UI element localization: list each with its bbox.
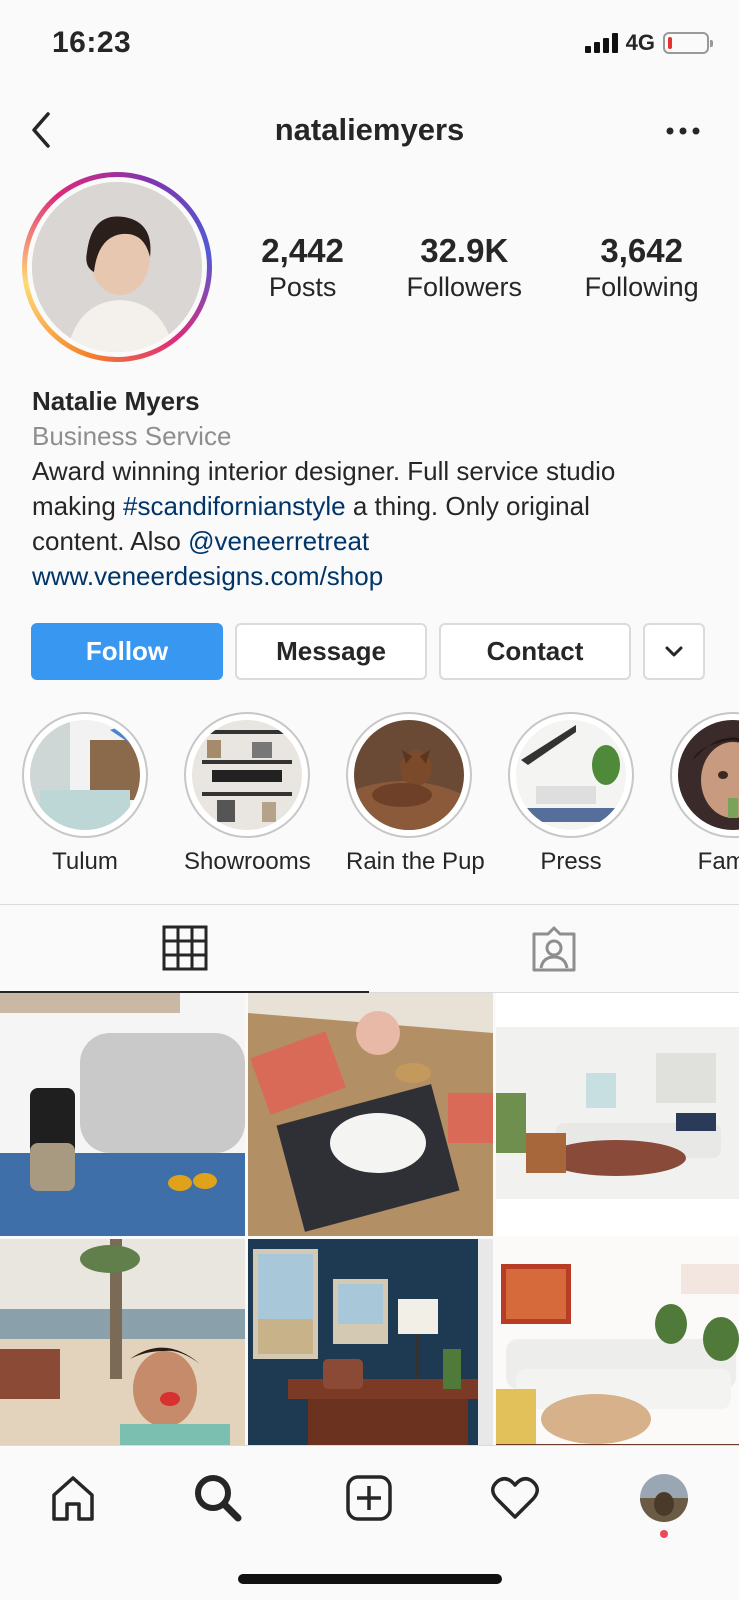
stat-followers[interactable]: 32.9K Followers bbox=[406, 232, 522, 303]
bio-line: Award winning interior designer. Full se… bbox=[32, 456, 616, 486]
highlight-cover bbox=[516, 720, 626, 830]
follow-button[interactable]: Follow bbox=[31, 623, 223, 680]
bio-text: a thing. Only original bbox=[345, 491, 590, 521]
tagged-person-icon bbox=[532, 926, 575, 972]
bio-line: making #scandifornianstyle a thing. Only… bbox=[32, 489, 722, 524]
profile-actions: Follow Message Contact bbox=[31, 623, 705, 680]
profile-tab[interactable] bbox=[632, 1466, 696, 1538]
stat-label: Following bbox=[584, 272, 699, 302]
post-thumbnail[interactable] bbox=[248, 993, 493, 1236]
post-thumbnail[interactable] bbox=[0, 993, 245, 1236]
highlight-label: Rain the Pup bbox=[346, 848, 485, 875]
highlight-cover bbox=[30, 720, 140, 830]
highlight-label: Showrooms bbox=[184, 848, 311, 875]
signal-icon bbox=[584, 33, 618, 53]
bio-text: content. Also bbox=[32, 526, 189, 556]
contact-button[interactable]: Contact bbox=[439, 623, 631, 680]
website-link[interactable]: www.veneerdesigns.com/shop bbox=[32, 559, 722, 594]
stat-value: 2,442 bbox=[261, 232, 344, 269]
battery-level bbox=[668, 37, 672, 49]
highlight-cover bbox=[354, 720, 464, 830]
story-highlights: Tulum Showrooms Rain the Pup Press Famil… bbox=[22, 712, 739, 882]
highlight-label: Family bbox=[697, 848, 739, 875]
stat-following[interactable]: 3,642 Following bbox=[585, 232, 699, 303]
stat-value: 3,642 bbox=[600, 232, 683, 269]
suggested-accounts-button[interactable] bbox=[643, 623, 705, 680]
battery-icon bbox=[663, 32, 713, 54]
highlight-cover bbox=[192, 720, 302, 830]
hashtag-link[interactable]: #scandifornianstyle bbox=[123, 491, 346, 521]
highlight-item[interactable]: Family bbox=[670, 712, 739, 882]
mention-link[interactable]: @veneerretreat bbox=[188, 526, 369, 556]
profile-header: nataliemyers bbox=[0, 100, 739, 164]
status-indicators: 4G bbox=[584, 30, 713, 56]
highlight-item[interactable]: Press bbox=[508, 712, 634, 882]
stat-posts[interactable]: 2,442 Posts bbox=[261, 232, 344, 303]
profile-avatar-story-ring[interactable] bbox=[22, 172, 212, 362]
notification-dot bbox=[660, 1530, 668, 1538]
stat-label: Posts bbox=[268, 272, 337, 302]
bio-line: content. Also @veneerretreat bbox=[32, 524, 722, 559]
chevron-down-icon bbox=[665, 646, 683, 656]
profile-stats: 2,442 Posts 32.9K Followers 3,642 Follow… bbox=[230, 232, 730, 303]
highlight-label: Tulum bbox=[52, 848, 118, 875]
heart-icon[interactable] bbox=[483, 1466, 547, 1530]
grid-icon bbox=[162, 925, 207, 971]
search-icon[interactable] bbox=[186, 1466, 250, 1530]
profile-display-name: Natalie Myers bbox=[32, 386, 200, 416]
ellipsis-icon[interactable] bbox=[663, 116, 703, 146]
highlight-item[interactable]: Rain the Pup bbox=[346, 712, 485, 882]
tab-tagged[interactable] bbox=[369, 905, 738, 993]
profile-bio: Natalie Myers Business Service Award win… bbox=[32, 384, 722, 594]
avatar bbox=[32, 182, 202, 352]
tab-posts-grid[interactable] bbox=[0, 905, 369, 993]
bio-text: making bbox=[32, 491, 124, 521]
network-type: 4G bbox=[625, 30, 655, 55]
profile-tabs bbox=[0, 904, 739, 993]
stat-label: Followers bbox=[406, 272, 523, 302]
status-bar: 16:23 4G bbox=[0, 0, 739, 90]
highlight-item[interactable]: Tulum bbox=[22, 712, 148, 882]
new-post-icon[interactable] bbox=[337, 1466, 401, 1530]
home-icon[interactable] bbox=[41, 1466, 105, 1530]
profile-username: nataliemyers bbox=[274, 112, 465, 147]
home-indicator[interactable] bbox=[238, 1574, 502, 1584]
profile-category: Business Service bbox=[32, 421, 232, 451]
status-time: 16:23 bbox=[52, 26, 132, 59]
highlight-cover bbox=[678, 720, 739, 830]
message-button[interactable]: Message bbox=[235, 623, 427, 680]
post-thumbnail[interactable] bbox=[496, 993, 739, 1236]
posts-grid bbox=[0, 993, 739, 1482]
highlight-item[interactable]: Showrooms bbox=[184, 712, 311, 882]
stat-value: 32.9K bbox=[420, 232, 509, 269]
highlight-label: Press bbox=[540, 848, 602, 875]
profile-avatar bbox=[640, 1474, 688, 1522]
